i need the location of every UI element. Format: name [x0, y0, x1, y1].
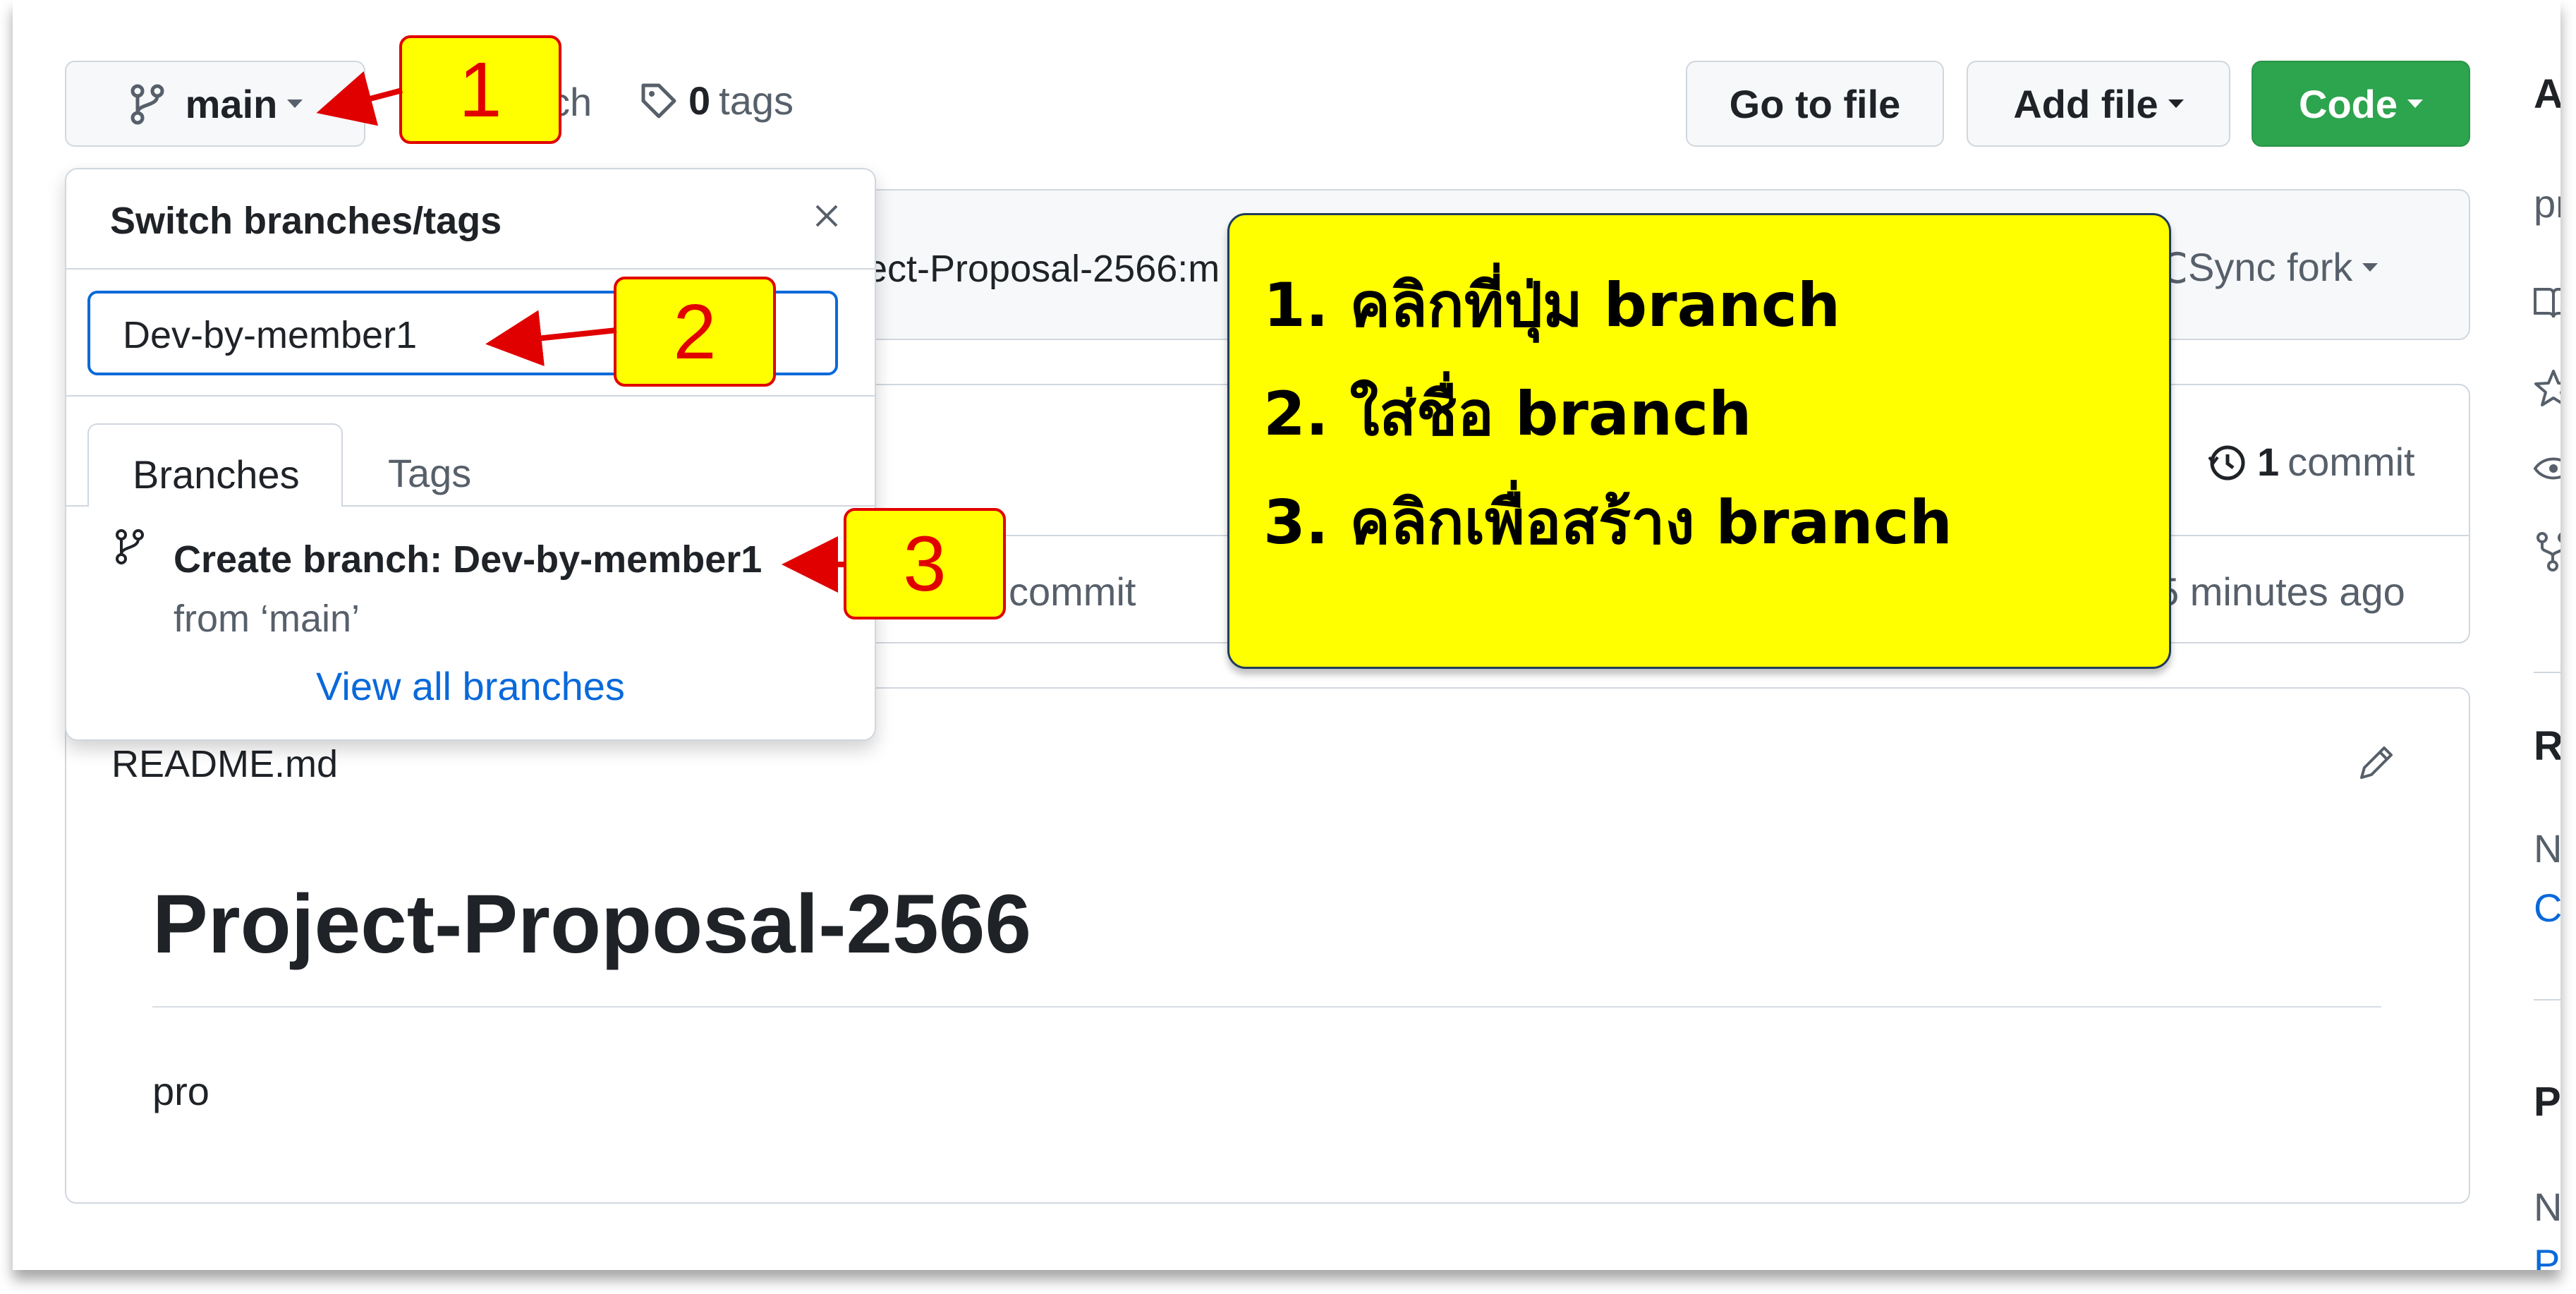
- arrow-step-1: [316, 71, 403, 126]
- annotation-arrows: [316, 71, 846, 593]
- arrow-step-2: [485, 310, 617, 367]
- screenshot-frame: main ch 0 tags Go to file Add file Code …: [13, 0, 2560, 1270]
